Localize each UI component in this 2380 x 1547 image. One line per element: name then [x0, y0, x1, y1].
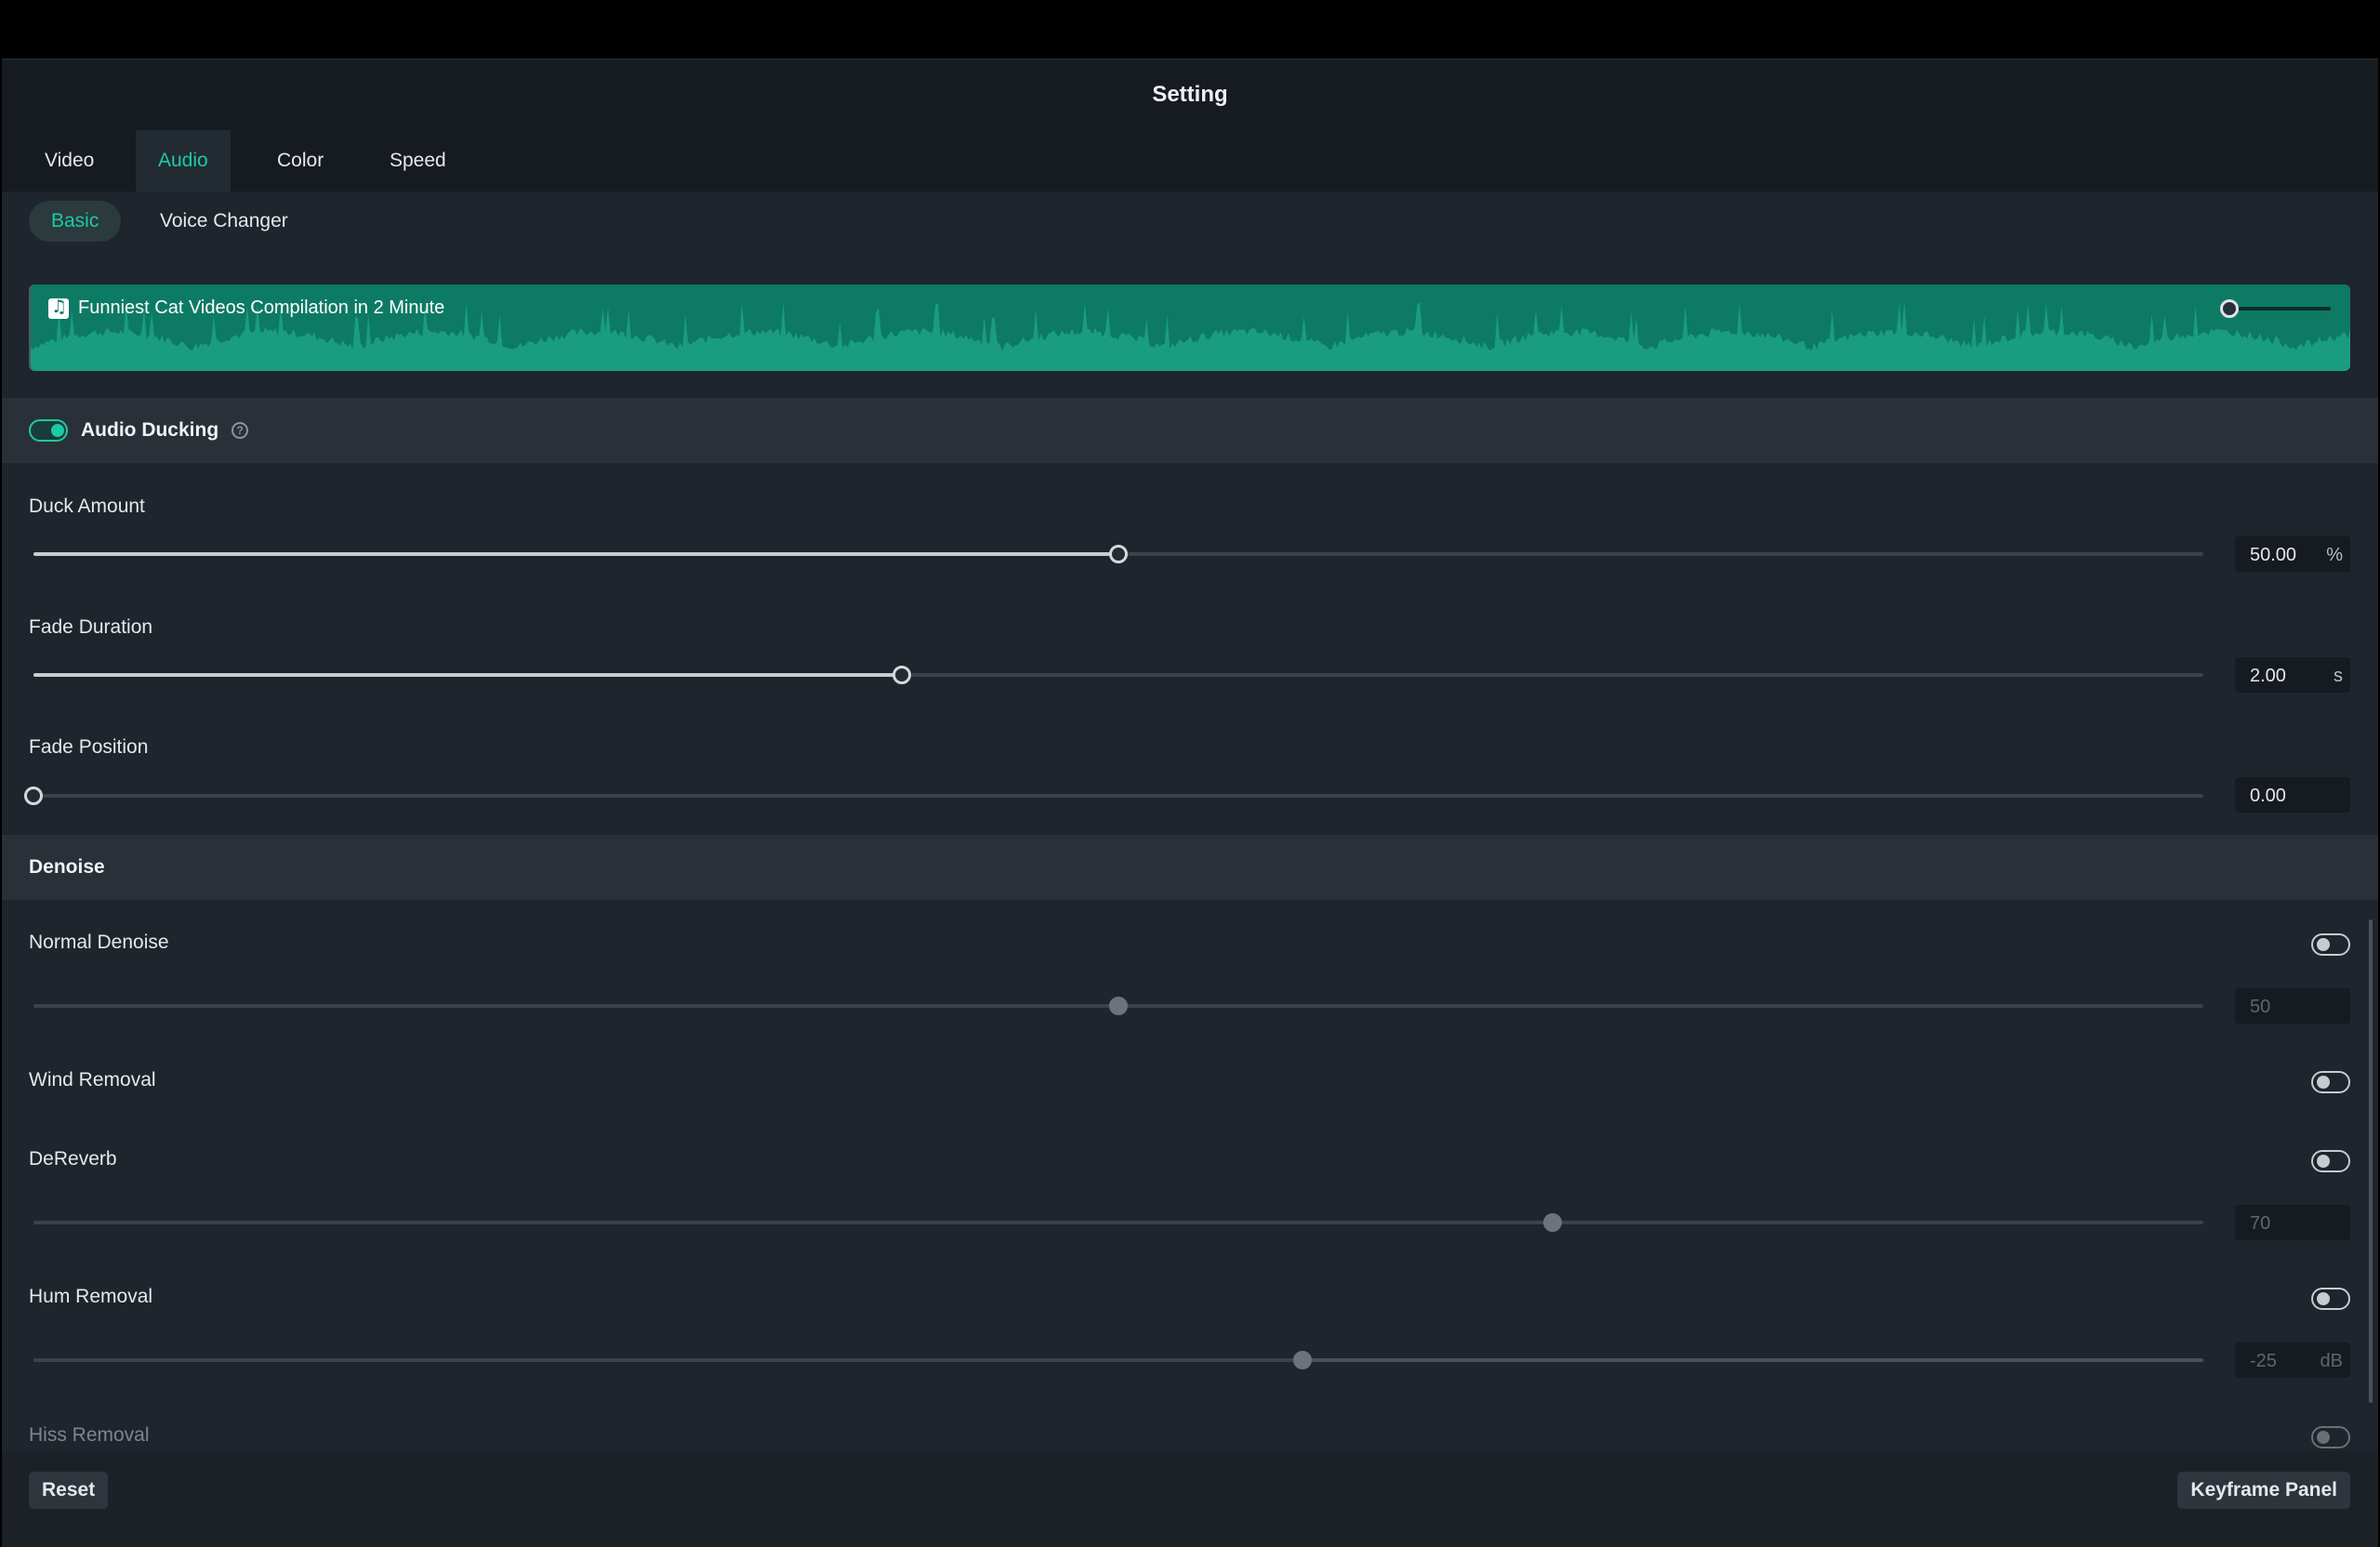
clip-title-text: Funniest Cat Videos Compilation in 2 Min…	[78, 298, 445, 318]
fade-position-value-field[interactable]: 0.00	[2235, 777, 2350, 813]
unit-text: s	[2334, 666, 2343, 686]
slider-fill	[33, 1004, 1118, 1008]
denoise-title: Denoise	[29, 856, 105, 879]
slider-handle[interactable]	[1109, 997, 1128, 1015]
unit-text: dB	[2320, 1351, 2343, 1371]
audio-ducking-title: Audio Ducking ?	[81, 419, 249, 442]
slider-handle[interactable]	[1293, 1351, 1313, 1369]
title-bar: Setting	[2, 60, 2378, 130]
clip-volume-track[interactable]	[2227, 307, 2331, 311]
slider-fill	[33, 552, 1118, 556]
footer-bar: Reset Keyframe Panel	[2, 1451, 2378, 1547]
dereverb-toggle[interactable]	[2311, 1150, 2350, 1172]
slider-handle[interactable]	[24, 787, 43, 805]
hiss-removal-toggle[interactable]	[2311, 1426, 2350, 1448]
dereverb-label: DeReverb	[29, 1148, 117, 1170]
slider-handle[interactable]	[1542, 1213, 1562, 1232]
normal-denoise-value-field[interactable]: 50	[2235, 988, 2350, 1024]
hiss-removal-label: Hiss Removal	[29, 1424, 150, 1446]
subtab-voice-changer[interactable]: Voice Changer	[138, 201, 311, 242]
tab-audio[interactable]: Audio	[136, 130, 231, 192]
hum-removal-toggle[interactable]	[2311, 1288, 2350, 1310]
hum-removal-label: Hum Removal	[29, 1286, 153, 1307]
normal-denoise-label: Normal Denoise	[29, 932, 169, 953]
duck-amount-slider[interactable]	[33, 545, 2203, 563]
toggle-dot	[2317, 1076, 2330, 1089]
toggle-dot	[2317, 1292, 2330, 1305]
tab-bar: Video Audio Color Speed	[2, 130, 2378, 192]
toggle-dot	[51, 424, 64, 437]
audio-ducking-header: Audio Ducking ?	[2, 398, 2378, 463]
toggle-dot	[2317, 1431, 2330, 1444]
clip-title: Funniest Cat Videos Compilation in 2 Min…	[48, 297, 445, 319]
value-text: 50	[2250, 997, 2271, 1017]
toggle-dot	[2317, 938, 2330, 951]
normal-denoise-slider[interactable]	[33, 997, 2203, 1015]
wind-removal-label: Wind Removal	[29, 1069, 156, 1091]
music-note-icon	[48, 297, 69, 319]
value-text: 0.00	[2250, 786, 2286, 806]
dereverb-slider[interactable]	[33, 1213, 2203, 1232]
value-text: 70	[2250, 1213, 2271, 1234]
settings-window: Setting Video Audio Color Speed Basic Vo…	[2, 59, 2378, 1547]
slider-handle[interactable]	[892, 666, 911, 684]
subtab-basic[interactable]: Basic	[29, 201, 122, 242]
tab-color[interactable]: Color	[255, 130, 346, 192]
window-title: Setting	[1152, 82, 1228, 107]
slider-fill	[33, 1358, 1303, 1362]
denoise-header: Denoise	[2, 835, 2378, 900]
denoise-label: Denoise	[29, 856, 105, 878]
scrollbar[interactable]	[2369, 919, 2373, 1403]
value-text: 50.00	[2250, 545, 2297, 565]
audio-clip-waveform[interactable]: Funniest Cat Videos Compilation in 2 Min…	[29, 284, 2350, 371]
keyframe-panel-button[interactable]: Keyframe Panel	[2177, 1472, 2350, 1509]
reset-button[interactable]: Reset	[29, 1472, 109, 1509]
duck-amount-label: Duck Amount	[29, 496, 145, 517]
hum-removal-slider[interactable]	[33, 1351, 2203, 1369]
duck-amount-value-field[interactable]: 50.00 %	[2235, 536, 2350, 572]
slider-handle[interactable]	[1109, 545, 1128, 563]
clip-volume-handle[interactable]	[2220, 299, 2239, 318]
hum-removal-value-field[interactable]: -25 dB	[2235, 1342, 2350, 1378]
value-text: 2.00	[2250, 666, 2286, 686]
tab-speed[interactable]: Speed	[367, 130, 469, 192]
toggle-dot	[2317, 1155, 2330, 1168]
slider-fill	[33, 673, 902, 677]
fade-duration-label: Fade Duration	[29, 616, 153, 638]
normal-denoise-toggle[interactable]	[2311, 933, 2350, 956]
audio-ducking-label: Audio Ducking	[81, 419, 219, 441]
value-text: -25	[2250, 1351, 2277, 1371]
help-icon[interactable]: ?	[231, 422, 249, 439]
audio-ducking-toggle[interactable]	[29, 419, 68, 442]
wind-removal-toggle[interactable]	[2311, 1071, 2350, 1093]
fade-position-slider[interactable]	[24, 787, 2203, 805]
fade-duration-value-field[interactable]: 2.00 s	[2235, 657, 2350, 693]
dereverb-value-field[interactable]: 70	[2235, 1205, 2350, 1240]
tab-video[interactable]: Video	[22, 130, 116, 192]
fade-duration-slider[interactable]	[33, 666, 2203, 684]
fade-position-label: Fade Position	[29, 736, 149, 758]
slider-fill	[33, 1221, 1553, 1224]
unit-text: %	[2326, 545, 2343, 565]
